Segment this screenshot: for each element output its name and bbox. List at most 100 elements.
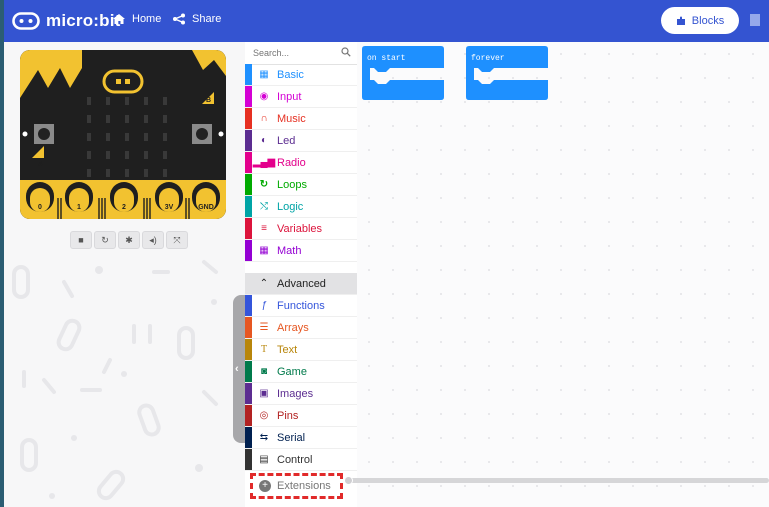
category-color-bar — [245, 86, 252, 107]
category-color-bar — [245, 317, 252, 338]
chevron-left-icon: ‹ — [235, 363, 239, 375]
restart-button[interactable]: ↻ — [94, 231, 116, 249]
toolbox-search — [245, 42, 357, 65]
target-icon: ◉ — [259, 91, 269, 102]
microbit-logo[interactable]: micro:bit — [12, 11, 121, 31]
brand-name: micro:bit — [46, 11, 121, 30]
category-label: Functions — [277, 299, 325, 312]
simulator-collapse-handle[interactable]: ‹ — [233, 295, 245, 443]
search-input[interactable] — [253, 46, 333, 59]
category-images[interactable]: ▣ Images — [245, 383, 357, 405]
category-label: Logic — [277, 200, 304, 213]
category-math[interactable]: ▦ Math — [245, 240, 357, 262]
microbit-board[interactable]: 0 1 2 3V GND A B — [20, 50, 226, 219]
category-label: Music — [277, 112, 306, 125]
share-button[interactable]: Share — [172, 13, 221, 25]
category-color-bar — [245, 218, 252, 239]
puzzle-icon — [676, 16, 685, 25]
stop-button[interactable]: ■ — [70, 231, 92, 249]
category-led[interactable]: ◐ Led — [245, 130, 357, 152]
home-icon — [113, 14, 125, 24]
pin-2-label: 2 — [122, 204, 126, 211]
share-label: Share — [192, 13, 222, 25]
pin-0-label: 0 — [38, 204, 42, 211]
category-label: Serial — [277, 431, 306, 444]
category-control[interactable]: ▤ Control — [245, 449, 357, 471]
category-text[interactable]: T Text — [245, 339, 357, 361]
category-color-bar — [245, 152, 252, 173]
signal-icon: ▂▄▆ — [252, 157, 276, 168]
simulator-background-pattern — [12, 260, 218, 501]
window-edge — [0, 0, 4, 507]
category-game[interactable]: ◙ Game — [245, 361, 357, 383]
blocks-toggle-button[interactable]: Blocks — [661, 7, 739, 34]
category-label: Basic — [277, 68, 304, 81]
pin-gnd-label: GND — [198, 204, 214, 211]
category-color-bar — [245, 339, 252, 360]
grid-icon: ▦ — [259, 69, 269, 80]
blocks-workspace[interactable]: on start forever — [357, 42, 769, 507]
category-label: Math — [277, 244, 302, 257]
list-icon: ≡ — [261, 223, 267, 234]
category-label: Variables — [277, 222, 323, 235]
on-start-block[interactable]: on start — [362, 46, 444, 100]
fullscreen-button[interactable]: ⤧ — [166, 231, 188, 249]
control-icon: ▤ — [259, 454, 269, 465]
category-serial[interactable]: ⇆ Serial — [245, 427, 357, 449]
category-label: Radio — [277, 156, 306, 169]
category-label: Arrays — [277, 321, 309, 334]
search-icon[interactable] — [341, 47, 351, 57]
category-logic[interactable]: ⤭ Logic — [245, 196, 357, 218]
category-advanced[interactable]: ⌃ Advanced — [245, 273, 357, 295]
category-label: Text — [277, 343, 298, 356]
category-label: Images — [277, 387, 314, 400]
workspace-horizontal-scrollbar[interactable] — [344, 476, 769, 485]
category-loops[interactable]: ↻ Loops — [245, 174, 357, 196]
simulator-panel: 0 1 2 3V GND A B ■ ↻ ✱ ◂) ⤧ — [4, 42, 245, 507]
category-color-bar — [245, 427, 252, 448]
debug-icon: ✱ — [125, 234, 133, 245]
category-color-bar — [245, 130, 252, 151]
category-basic[interactable]: ▦ Basic — [245, 64, 357, 86]
headphones-icon: ∩ — [260, 113, 268, 124]
category-color-bar — [245, 405, 252, 426]
category-color-bar — [245, 64, 252, 85]
category-label: Loops — [277, 178, 307, 191]
home-button[interactable]: Home — [112, 13, 161, 25]
category-label: Game — [277, 365, 307, 378]
category-color-bar — [245, 361, 252, 382]
category-arrays[interactable]: ☰ Arrays — [245, 317, 357, 339]
category-label: Pins — [277, 409, 299, 422]
category-pins[interactable]: ◎ Pins — [245, 405, 357, 427]
category-label: Control — [277, 453, 313, 466]
home-label: Home — [132, 13, 162, 25]
category-music[interactable]: ∩ Music — [245, 108, 357, 130]
category-color-bar — [245, 273, 252, 294]
button-b-label: B — [206, 97, 211, 104]
block-label: on start — [367, 54, 406, 63]
javascript-toggle-partial[interactable] — [750, 14, 760, 26]
plus-circle-icon: + — [259, 480, 271, 492]
simulator-controls: ■ ↻ ✱ ◂) ⤧ — [70, 231, 188, 249]
pin-3v-label: 3V — [165, 204, 174, 211]
block-label: forever — [471, 54, 505, 63]
forever-block[interactable]: forever — [466, 46, 548, 100]
sound-button[interactable]: ◂) — [142, 231, 164, 249]
extensions-button[interactable]: + Extensions — [250, 473, 343, 499]
category-variables[interactable]: ≡ Variables — [245, 218, 357, 240]
category-input[interactable]: ◉ Input — [245, 86, 357, 108]
category-label: Input — [277, 90, 302, 103]
category-radio[interactable]: ▂▄▆ Radio — [245, 152, 357, 174]
category-functions[interactable]: ƒ Functions — [245, 295, 357, 317]
category-color-bar — [245, 196, 252, 217]
gamepad-icon: ◙ — [260, 366, 268, 377]
arrays-icon: ☰ — [259, 322, 269, 333]
pin-icon: ◎ — [259, 410, 269, 421]
calculator-icon: ▦ — [259, 245, 269, 256]
debug-button[interactable]: ✱ — [118, 231, 140, 249]
category-color-bar — [245, 383, 252, 404]
makecode-editor: micro:bit Home Share Blocks 0 1 2 3V GND… — [0, 0, 769, 507]
category-color-bar — [245, 449, 252, 470]
microbit-logo-icon — [12, 12, 40, 30]
category-color-bar — [245, 108, 252, 129]
